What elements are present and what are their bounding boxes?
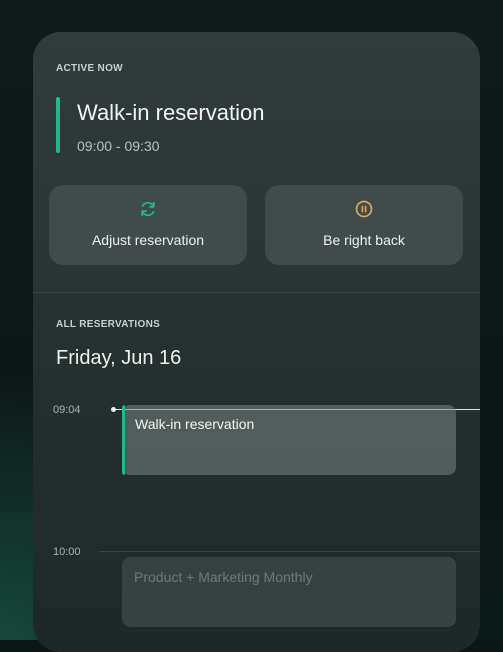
event-title: Walk-in reservation xyxy=(135,416,255,432)
event-title: Product + Marketing Monthly xyxy=(134,569,313,585)
active-now-label: ACTIVE NOW xyxy=(56,63,123,74)
active-reservation-title: Walk-in reservation xyxy=(77,100,265,125)
reservation-event-walk-in[interactable]: Walk-in reservation xyxy=(122,405,456,475)
be-right-back-button[interactable]: Be right back xyxy=(265,185,463,265)
reservation-panel: ACTIVE NOW Walk-in reservation 09:00 - 0… xyxy=(33,32,480,652)
app-background: ACTIVE NOW Walk-in reservation 09:00 - 0… xyxy=(0,0,503,652)
active-now-section: ACTIVE NOW Walk-in reservation 09:00 - 0… xyxy=(33,32,480,292)
active-reservation-time: 09:00 - 09:30 xyxy=(77,138,160,154)
active-reservation-accent-bar xyxy=(56,97,60,153)
reservation-event-product-marketing[interactable]: Product + Marketing Monthly xyxy=(122,557,456,627)
section-divider xyxy=(33,292,480,293)
adjust-reservation-button[interactable]: Adjust reservation xyxy=(49,185,247,265)
adjust-reservation-label: Adjust reservation xyxy=(91,232,205,248)
all-reservations-label: ALL RESERVATIONS xyxy=(56,319,161,330)
be-right-back-label: Be right back xyxy=(323,232,405,248)
event-accent-bar xyxy=(122,405,125,475)
pause-icon xyxy=(355,200,373,218)
refresh-icon xyxy=(141,201,155,217)
hour-label: 10:00 xyxy=(53,546,81,558)
current-time-label: 09:04 xyxy=(53,404,81,416)
hour-gridline xyxy=(99,551,480,552)
schedule-date: Friday, Jun 16 xyxy=(56,347,182,369)
